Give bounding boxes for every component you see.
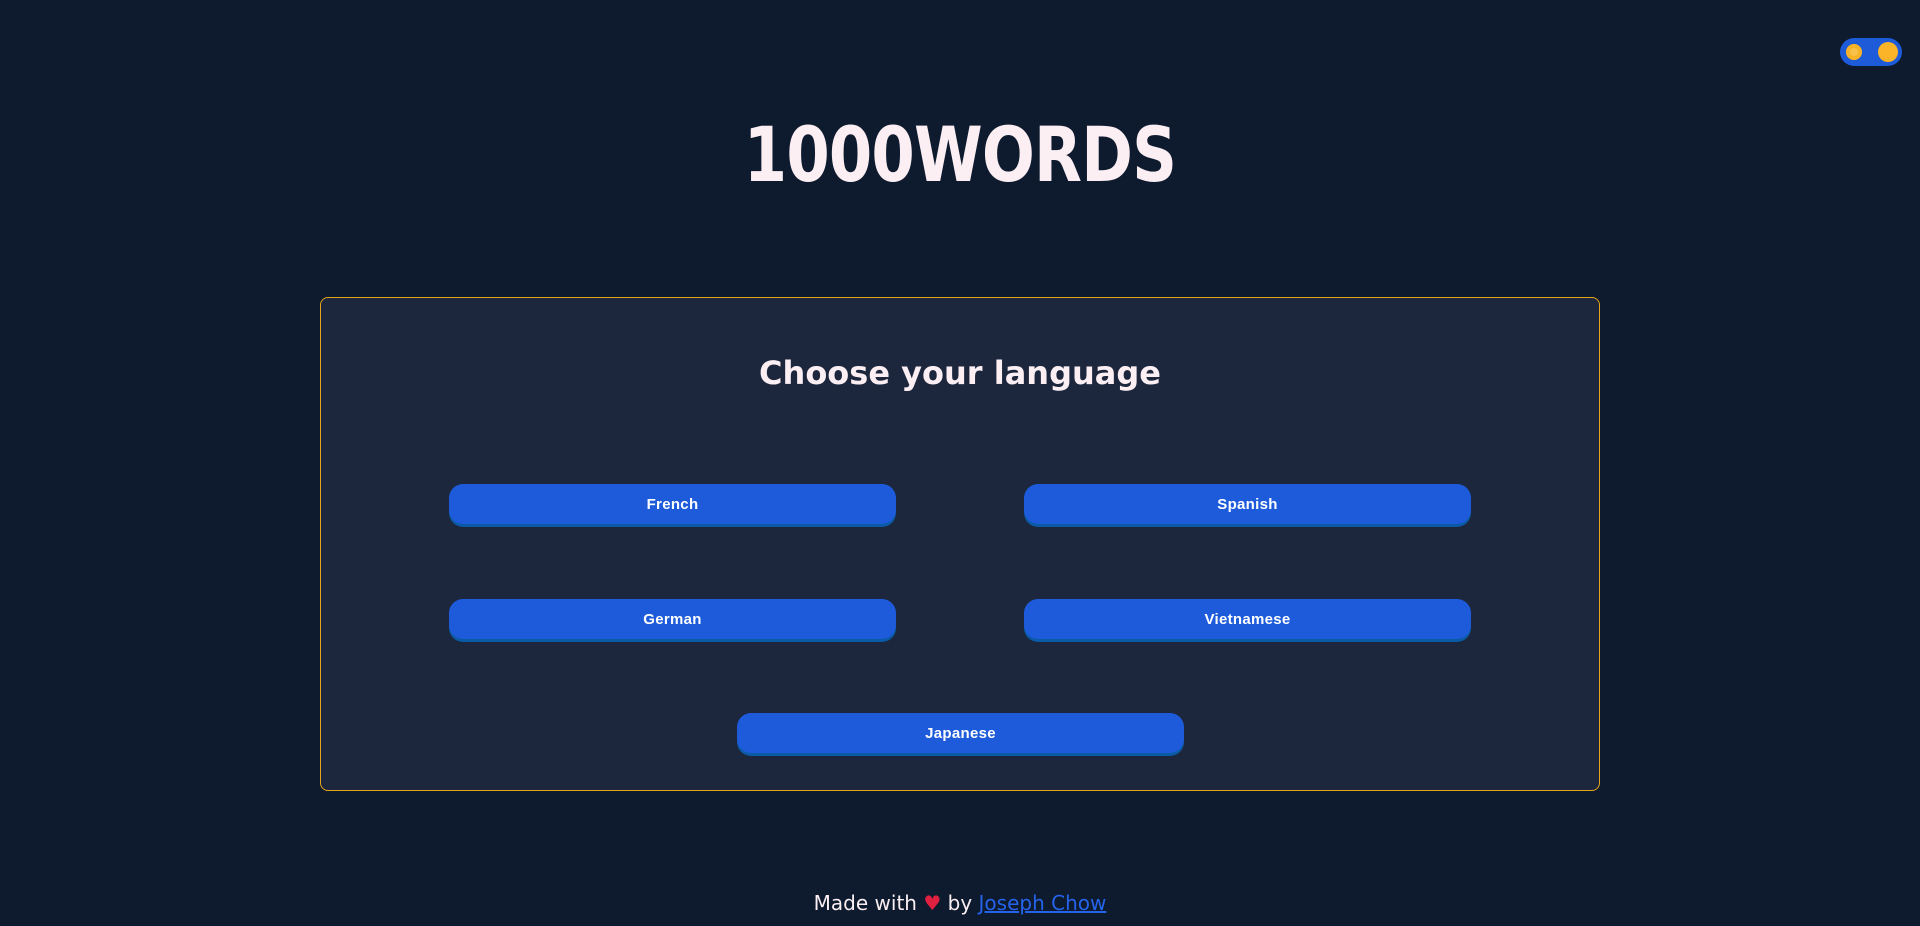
heart-icon: ♥ [923,891,942,915]
japanese-button[interactable]: Japanese [737,713,1184,753]
german-button[interactable]: German [449,599,896,639]
french-button[interactable]: French [449,484,896,524]
page: 1000WORDS Choose your language French Sp… [0,0,1920,926]
footer-prefix: Made with [813,891,917,915]
sun-icon [1846,44,1862,60]
footer-by: by [947,891,973,915]
footer: Made with ♥ by Joseph Chow [0,891,1920,915]
author-link[interactable]: Joseph Chow [979,891,1107,915]
language-card: Choose your language French Spanish Germ… [320,297,1600,791]
spanish-button[interactable]: Spanish [1024,484,1471,524]
theme-toggle[interactable] [1840,38,1902,66]
site-title: 1000WORDS [743,110,1177,199]
card-heading: Choose your language [759,354,1161,392]
vietnamese-button[interactable]: Vietnamese [1024,599,1471,639]
toggle-knob [1878,42,1898,62]
